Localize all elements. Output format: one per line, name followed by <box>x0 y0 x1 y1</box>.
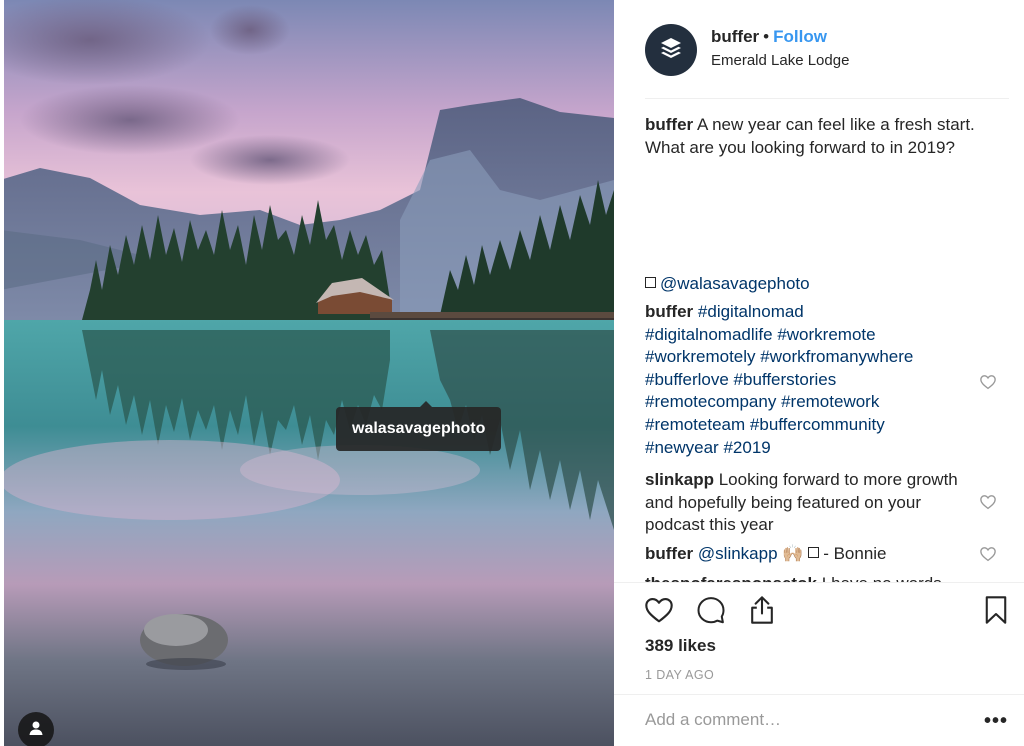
lake-landscape-image <box>0 0 614 746</box>
comment-text: I have no words <box>822 574 942 582</box>
list-item: buffer #digitalnomad #digitalnomadlife #… <box>645 301 965 459</box>
caption-mention-line: @walasavagephoto <box>645 273 985 296</box>
list-item: buffer @slinkapp 🙌🏼 - Bonnie <box>645 543 965 566</box>
hashtag-link[interactable]: #2019 <box>723 438 770 457</box>
photo-left-border <box>0 0 4 746</box>
hashtag-link[interactable]: #remotework <box>781 392 879 411</box>
camera-emoji-icon <box>645 277 656 288</box>
more-options-button[interactable]: ••• <box>984 711 1008 731</box>
add-comment-row: ••• <box>614 694 1024 746</box>
tooltip-arrow <box>420 401 432 407</box>
hashtag-link[interactable]: #workremotely <box>645 347 756 366</box>
follow-button[interactable]: Follow <box>773 27 827 46</box>
hashtag-link[interactable]: #bufferstories <box>734 370 837 389</box>
add-comment-input[interactable] <box>645 707 965 733</box>
comment-text: - Bonnie <box>823 544 887 563</box>
comment-like-heart-icon[interactable] <box>979 545 997 563</box>
hashtag-link[interactable]: #digitalnomad <box>698 302 804 321</box>
caption-username-link[interactable]: buffer <box>645 115 693 134</box>
hashtag-link[interactable]: #digitalnomadlife <box>645 325 773 344</box>
comment-like-heart-icon[interactable] <box>979 373 997 391</box>
header-name-row: buffer • Follow <box>711 27 827 47</box>
comment-like-heart-icon[interactable] <box>979 493 997 511</box>
raised-hands-emoji: 🙌🏼 <box>782 544 804 563</box>
tagged-username: walasavagephoto <box>352 420 486 437</box>
header-username-link[interactable]: buffer <box>711 27 759 46</box>
hashtag-link[interactable]: #bufferlove <box>645 370 729 389</box>
comments-list[interactable]: buffer A new year can feel like a fresh … <box>645 112 1009 582</box>
post-timestamp[interactable]: 1 DAY AGO <box>645 668 714 682</box>
comment-username-link[interactable]: thespofaresponsetok <box>645 574 817 582</box>
buffer-logo-icon <box>658 35 684 66</box>
comment-icon <box>696 595 726 630</box>
caption-mention-link[interactable]: @walasavagephoto <box>660 274 810 293</box>
location-link[interactable]: Emerald Lake Lodge <box>711 52 849 69</box>
like-button[interactable] <box>642 595 676 629</box>
post-details-panel: buffer • Follow Emerald Lake Lodge buffer … <box>614 0 1024 746</box>
hashtag-link[interactable]: #buffercommunity <box>750 415 885 434</box>
comment-username-link[interactable]: buffer <box>645 302 693 321</box>
comment-mention-link[interactable]: @slinkapp <box>698 544 778 563</box>
save-button[interactable] <box>979 595 1013 629</box>
hashtag-link[interactable]: #remoteteam <box>645 415 745 434</box>
post-header: buffer • Follow Emerald Lake Lodge <box>614 0 1024 98</box>
list-item: thespofaresponsetok I have no words <box>645 573 965 582</box>
post-caption: buffer A new year can feel like a fresh … <box>645 114 985 159</box>
avatar[interactable] <box>645 24 697 76</box>
comment-username-link[interactable]: slinkapp <box>645 470 714 489</box>
separator-dot: • <box>763 27 770 46</box>
likes-count[interactable]: 389 likes <box>645 636 716 656</box>
post-actions-bar <box>614 582 1024 642</box>
bookmark-icon <box>983 595 1009 630</box>
post-photo[interactable]: walasavagephoto <box>0 0 614 746</box>
emoji-placeholder-icon <box>808 547 820 558</box>
hashtag-link[interactable]: #workremote <box>777 325 875 344</box>
comment-button[interactable] <box>694 595 728 629</box>
hashtag-link[interactable]: #newyear <box>645 438 719 457</box>
comment-username-link[interactable]: buffer <box>645 544 693 563</box>
user-icon <box>27 719 45 742</box>
hashtag-link[interactable]: #workfromanywhere <box>760 347 913 366</box>
share-button[interactable] <box>745 595 779 629</box>
user-tags-button[interactable] <box>18 712 54 746</box>
caption-text: A new year can feel like a fresh start. … <box>645 115 975 157</box>
header-divider <box>645 98 1009 99</box>
share-icon <box>748 595 776 630</box>
user-tag-tooltip[interactable]: walasavagephoto <box>336 401 502 451</box>
hashtag-link[interactable]: #remotecompany <box>645 392 776 411</box>
heart-icon <box>643 594 675 631</box>
list-item: slinkapp Looking forward to more growth … <box>645 469 965 537</box>
